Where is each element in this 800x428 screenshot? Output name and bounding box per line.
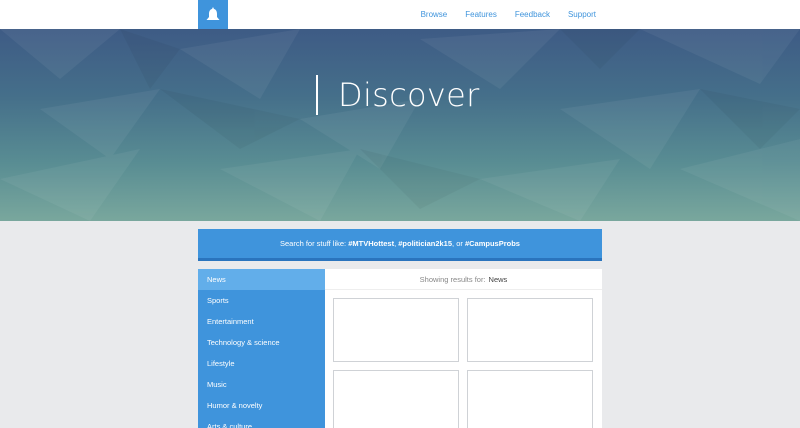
hero-title: Discover bbox=[316, 75, 480, 115]
category-sidebar: News Sports Entertainment Technology & s… bbox=[198, 269, 325, 428]
discover-panel: News Sports Entertainment Technology & s… bbox=[198, 269, 602, 428]
result-card[interactable] bbox=[333, 370, 459, 428]
sidebar-item-sports[interactable]: Sports bbox=[198, 290, 325, 311]
sidebar-item-humor-novelty[interactable]: Humor & novelty bbox=[198, 395, 325, 416]
top-navbar: Browse Features Feedback Support bbox=[0, 0, 800, 29]
logo[interactable] bbox=[198, 0, 228, 29]
nav-feedback[interactable]: Feedback bbox=[515, 10, 550, 19]
hero-background-pattern bbox=[0, 29, 800, 221]
sidebar-item-lifestyle[interactable]: Lifestyle bbox=[198, 353, 325, 374]
bell-icon bbox=[206, 7, 220, 20]
hero-banner: Discover bbox=[0, 29, 800, 221]
result-card[interactable] bbox=[333, 298, 459, 362]
sidebar-item-arts-culture[interactable]: Arts & culture bbox=[198, 416, 325, 428]
search-hint-prefix: Search for stuff like: bbox=[280, 239, 349, 248]
result-card[interactable] bbox=[467, 370, 593, 428]
nav-browse[interactable]: Browse bbox=[421, 10, 448, 19]
sidebar-item-news[interactable]: News bbox=[198, 269, 325, 290]
title-bar-decoration bbox=[316, 75, 318, 115]
separator: , or bbox=[452, 239, 465, 248]
sidebar-item-entertainment[interactable]: Entertainment bbox=[198, 311, 325, 332]
results-label: Showing results for: bbox=[419, 274, 486, 284]
sidebar-item-music[interactable]: Music bbox=[198, 374, 325, 395]
results-category: News bbox=[488, 274, 508, 284]
nav-features[interactable]: Features bbox=[465, 10, 497, 19]
results-area: Showing results for: News bbox=[325, 269, 602, 428]
result-card[interactable] bbox=[467, 298, 593, 362]
hashtag-suggestion[interactable]: #CampusProbs bbox=[465, 239, 520, 248]
hashtag-suggestion[interactable]: #MTVHottest bbox=[348, 239, 394, 248]
hashtag-suggestion[interactable]: #politician2k15 bbox=[398, 239, 452, 248]
sidebar-item-technology-science[interactable]: Technology & science bbox=[198, 332, 325, 353]
search-hint: Search for stuff like: #MTVHottest, #pol… bbox=[280, 239, 520, 248]
search-suggestions-bar[interactable]: Search for stuff like: #MTVHottest, #pol… bbox=[198, 229, 602, 261]
page-title: Discover bbox=[338, 76, 480, 114]
nav-links: Browse Features Feedback Support bbox=[421, 0, 596, 29]
nav-support[interactable]: Support bbox=[568, 10, 596, 19]
results-header: Showing results for: News bbox=[325, 269, 602, 290]
